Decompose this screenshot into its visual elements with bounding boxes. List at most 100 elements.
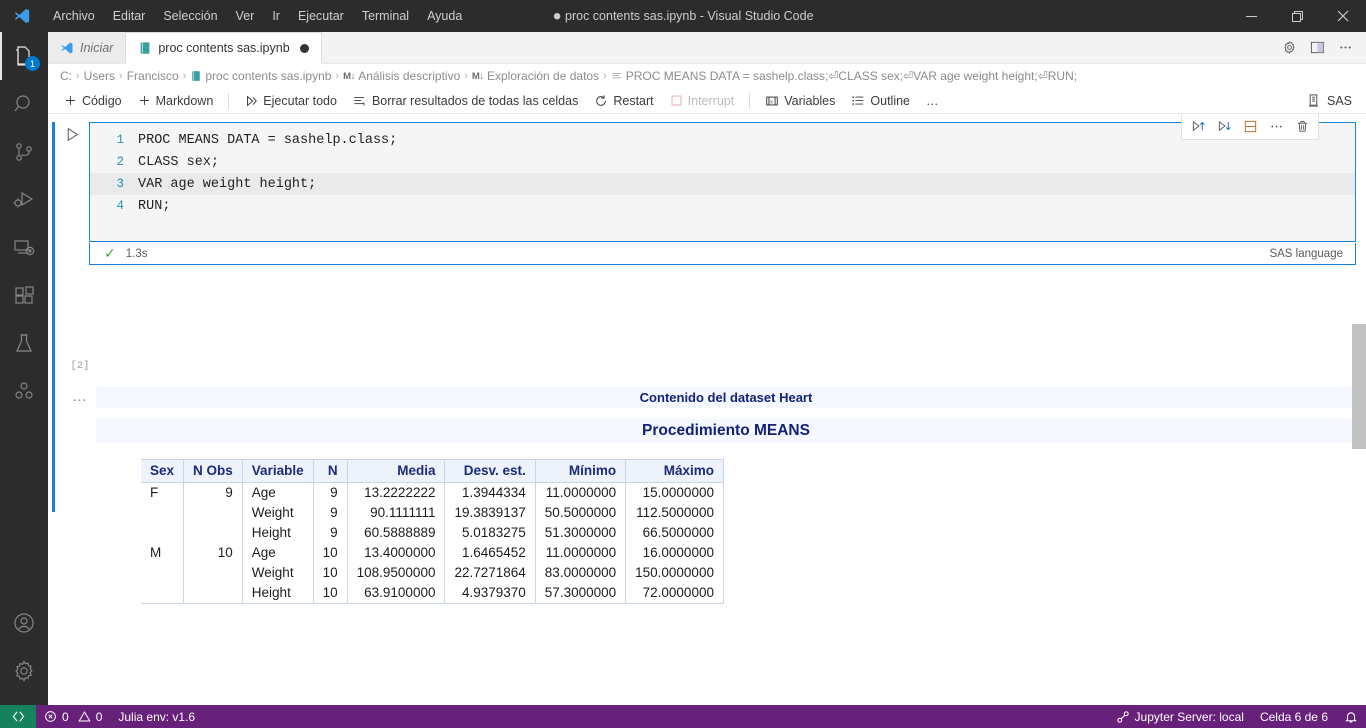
cell-max: 66.5000000 <box>625 523 724 543</box>
cell-sex <box>141 583 185 604</box>
col-sex: Sex <box>141 459 185 483</box>
clear-all-outputs-button[interactable]: x Borrar resultados de todas las celdas <box>345 92 586 110</box>
bell-icon[interactable] <box>1336 705 1366 728</box>
cell-n: 9 <box>313 482 348 503</box>
breadcrumb-item-users[interactable]: Users <box>84 69 115 83</box>
restore-icon[interactable] <box>1274 0 1320 32</box>
sidebar-item-remote-explorer[interactable] <box>0 224 48 272</box>
problems-status[interactable]: 0 0 <box>36 705 110 728</box>
sidebar-item-explorer[interactable]: 1 <box>0 32 48 80</box>
add-code-cell-button[interactable]: Código <box>56 92 130 110</box>
run-all-button[interactable]: Ejecutar todo <box>236 92 345 110</box>
run-below-icon[interactable] <box>1212 115 1236 137</box>
sidebar-item-source-control[interactable] <box>0 128 48 176</box>
breadcrumb-item-md2[interactable]: M↓ Exploración de datos <box>472 69 599 83</box>
col-media: Media <box>347 459 446 483</box>
breadcrumb-item-code[interactable]: PROC MEANS DATA = sashelp.class;⏎CLASS s… <box>611 69 1077 83</box>
breadcrumb-item-file[interactable]: proc contents sas.ipynb <box>190 69 331 83</box>
breadcrumb-label: Francisco <box>126 69 179 83</box>
code-cell-editor[interactable]: 1 PROC MEANS DATA = sashelp.class; 2 CLA… <box>89 114 1356 242</box>
notebook-scrollbar[interactable] <box>1352 114 1366 705</box>
breadcrumb-item-md1[interactable]: M↓ Análisis descriptivo <box>343 69 460 83</box>
gear-icon[interactable] <box>0 647 48 695</box>
delete-cell-icon[interactable] <box>1290 115 1314 137</box>
ellipsis-icon[interactable] <box>1332 35 1358 61</box>
output-more-actions[interactable]: … <box>66 388 94 405</box>
add-markdown-cell-button[interactable]: Markdown <box>130 92 222 110</box>
breadcrumb-item-drive[interactable]: C: <box>60 69 72 83</box>
menu-seleccion[interactable]: Selección <box>154 5 226 27</box>
interrupt-kernel-button[interactable]: Interrupt <box>662 92 743 110</box>
sidebar-item-testing[interactable] <box>0 320 48 368</box>
svg-text:x: x <box>770 99 773 105</box>
menu-ir[interactable]: Ir <box>263 5 289 27</box>
breadcrumb-separator: › <box>76 70 80 82</box>
outline-button[interactable]: Outline <box>843 92 918 110</box>
split-cell-icon[interactable] <box>1238 115 1262 137</box>
cell-status-bar: ✓ 1.3s SAS language <box>89 243 1356 265</box>
sidebar-item-extensions[interactable] <box>0 272 48 320</box>
gear-icon[interactable] <box>1276 35 1302 61</box>
menu-ver[interactable]: Ver <box>227 5 264 27</box>
cell-nobs <box>183 563 243 583</box>
menu-ejecutar[interactable]: Ejecutar <box>289 5 353 27</box>
breadcrumb-label: PROC MEANS DATA = sashelp.class;⏎CLASS s… <box>625 69 1078 83</box>
menu-ayuda[interactable]: Ayuda <box>418 5 471 27</box>
code-line-current: 3 VAR age weight height; <box>90 173 1355 195</box>
code-token: CLASS sex; <box>138 154 220 170</box>
variables-button[interactable]: x Variables <box>757 92 843 110</box>
tab-dirty-indicator[interactable] <box>299 43 309 53</box>
kernel-selector[interactable]: SAS <box>1306 93 1358 108</box>
sidebar-item-jupyter[interactable] <box>0 368 48 416</box>
table-row: F 9 Age 9 13.2222222 1.3944334 11.000000… <box>141 482 724 503</box>
tab-iniciar[interactable]: Iniciar <box>48 32 127 63</box>
split-editor-icon[interactable] <box>1304 35 1330 61</box>
cell-max: 150.0000000 <box>625 563 724 583</box>
cell-media: 108.9500000 <box>347 563 446 583</box>
accounts-icon[interactable] <box>0 599 48 647</box>
editor-area: Iniciar proc contents sas.ipynb C: › Use… <box>48 32 1366 705</box>
sidebar-item-run-debug[interactable] <box>0 176 48 224</box>
minimize-icon[interactable] <box>1228 0 1274 32</box>
menu-editar[interactable]: Editar <box>104 5 155 27</box>
menu-terminal[interactable]: Terminal <box>353 5 418 27</box>
scrollbar-thumb[interactable] <box>1352 324 1366 449</box>
remote-indicator[interactable] <box>0 705 36 728</box>
sidebar-item-search[interactable] <box>0 80 48 128</box>
markdown-cell-icon: M↓ <box>343 70 356 82</box>
cell-sex <box>141 523 185 543</box>
more-toolbar-actions[interactable]: … <box>918 92 947 110</box>
code-keyword: RUN <box>138 198 163 214</box>
close-icon[interactable] <box>1320 0 1366 32</box>
run-cell-button[interactable] <box>64 126 92 143</box>
breadcrumb-label: Exploración de datos <box>487 69 600 83</box>
cell-media: 60.5888889 <box>347 523 446 543</box>
status-bar: 0 0 Julia env: v1.6 Jupyter Server: loca… <box>0 705 1366 728</box>
breadcrumb-item-user[interactable]: Francisco <box>127 69 179 83</box>
tab-notebook[interactable]: proc contents sas.ipynb <box>126 32 322 64</box>
restart-kernel-button[interactable]: Restart <box>586 92 661 110</box>
more-cell-actions-icon[interactable] <box>1264 115 1288 137</box>
cell-n: 10 <box>313 583 348 604</box>
cell-variable: Height <box>242 523 314 543</box>
cell-language-label[interactable]: SAS language <box>1269 248 1355 260</box>
julia-env-status[interactable]: Julia env: v1.6 <box>110 705 203 728</box>
table-header-row: Sex N Obs Variable N Media Desv. est. Mí… <box>141 459 724 483</box>
cell-sex: M <box>141 543 185 563</box>
code-token: = sashelp.class; <box>259 132 398 148</box>
cell-nobs <box>183 583 243 604</box>
cell-position-status[interactable]: Celda 6 de 6 <box>1252 705 1336 728</box>
run-above-icon[interactable] <box>1186 115 1210 137</box>
cell-min: 51.3000000 <box>535 523 627 543</box>
jupyter-server-status[interactable]: Jupyter Server: local <box>1108 705 1252 728</box>
toolbar-divider <box>228 92 230 109</box>
outline-icon <box>851 94 865 108</box>
jupyter-server-label: Jupyter Server: local <box>1134 709 1244 724</box>
cell-desv: 1.6465452 <box>444 543 536 563</box>
menu-archivo[interactable]: Archivo <box>44 5 104 27</box>
svg-text:x: x <box>362 101 365 107</box>
tab-bar-actions <box>1276 32 1366 63</box>
cell-min: 11.0000000 <box>535 543 627 563</box>
output-title-1: Contenido del dataset Heart <box>639 389 813 405</box>
cell-media: 13.2222222 <box>347 482 446 503</box>
